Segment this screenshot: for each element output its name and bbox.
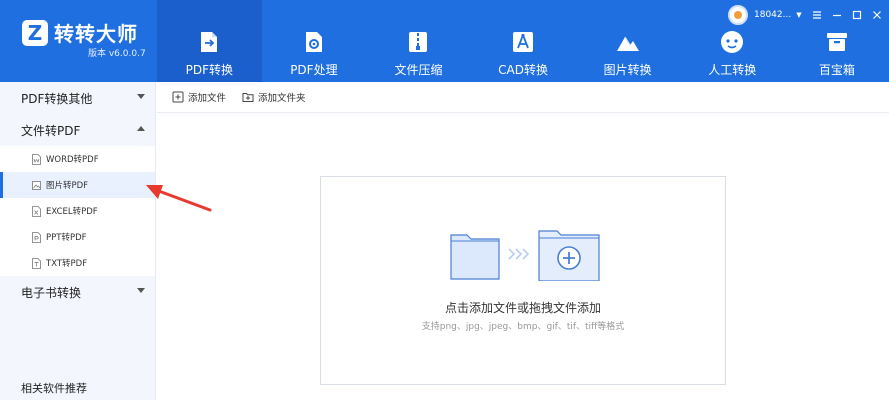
window-controls [806,6,886,24]
maximize-button[interactable] [848,6,866,24]
menu-button[interactable] [808,6,826,24]
avatar [728,5,748,25]
sidebar-group-pdf-other[interactable]: PDF转换其他 [0,82,155,114]
image-convert-icon [615,29,641,55]
tab-label: 文件压缩 [394,63,443,77]
sidebar-item-label: WORD转PDF [46,155,99,165]
maximize-icon [852,10,862,20]
sidebar-item-label: EXCEL转PDF [46,207,98,217]
tab-label: PDF处理 [290,63,338,77]
app-version: 版本 v6.0.0.7 [88,49,146,59]
chevrons-right-icon [508,248,530,260]
manual-convert-icon [719,29,745,55]
tab-image-convert[interactable]: 图片转换 [575,0,680,82]
pdf-process-icon [301,29,327,55]
file-compress-icon [405,29,431,55]
add-file-button[interactable]: 添加文件 [172,90,226,104]
user-name: 18042... [754,10,792,20]
drop-illustration [449,229,601,281]
close-button[interactable] [868,6,886,24]
pdf-convert-icon [196,29,222,55]
drop-zone-title: 点击添加文件或拖拽文件添加 [444,301,601,315]
app-title: 转转大师 [54,22,138,46]
tab-label: PDF转换 [185,63,233,77]
sidebar-item-label: PPT转PDF [46,233,87,243]
word-file-icon [32,153,41,165]
app-logo: Z 转转大师 版本 v6.0.0.7 [20,16,160,66]
add-file-label: 添加文件 [188,93,227,104]
add-folder-icon [538,230,600,281]
minimize-icon [833,14,841,17]
toolbox-icon [824,29,850,55]
sidebar-submenu: WORD转PDF 图片转PDF EXCEL转PDF PPT转PDF TXT转PD… [0,146,155,276]
sidebar-item-txt-to-pdf[interactable]: TXT转PDF [0,250,155,276]
file-drop-zone[interactable]: 点击添加文件或拖拽文件添加 支持png、jpg、jpeg、bmp、gif、tif… [320,176,726,385]
sidebar-group-label: 电子书转换 [21,285,82,300]
cad-convert-icon [510,29,536,55]
tab-pdf-process[interactable]: PDF处理 [262,0,367,82]
related-software-link[interactable]: 相关软件推荐 [21,380,87,396]
user-menu[interactable]: 18042... ▼ [728,5,802,25]
sidebar-item-excel-to-pdf[interactable]: EXCEL转PDF [0,198,155,224]
chevron-up-icon [137,126,145,131]
sidebar: PDF转换其他 文件转PDF WORD转PDF 图片转PDF EXCEL转PDF… [0,82,156,400]
logo-mark-icon: Z [22,20,48,46]
sidebar-group-label: 文件转PDF [21,123,81,138]
sidebar-group-file-to-pdf[interactable]: 文件转PDF [0,114,155,146]
chevron-down-icon [137,288,145,293]
tab-file-compress[interactable]: 文件压缩 [366,0,471,82]
tab-label: CAD转换 [498,63,548,77]
app-header: Z 转转大师 版本 v6.0.0.7 PDF转换 PDF处理 文件压缩 CAD转… [0,0,889,82]
txt-file-icon [32,257,41,269]
add-file-icon [172,91,184,103]
tab-label: 图片转换 [603,63,652,77]
sidebar-item-word-to-pdf[interactable]: WORD转PDF [0,146,155,172]
toolbar: 添加文件 添加文件夹 [157,82,889,113]
minimize-button[interactable] [828,6,846,24]
annotation-arrow-icon [140,180,215,220]
add-folder-button[interactable]: 添加文件夹 [242,90,306,104]
tab-cad-convert[interactable]: CAD转换 [471,0,576,82]
sidebar-item-label: TXT转PDF [46,259,88,269]
tab-label: 百宝箱 [818,63,855,77]
sidebar-item-image-to-pdf[interactable]: 图片转PDF [0,172,155,198]
tab-pdf-convert[interactable]: PDF转换 [157,0,262,82]
hamburger-icon [813,11,821,19]
excel-file-icon [32,205,41,217]
ppt-file-icon [32,231,41,243]
chevron-down-icon: ▼ [796,11,802,19]
chevron-down-icon [137,94,145,99]
drop-zone-formats: 支持png、jpg、jpeg、bmp、gif、tif、tiff等格式 [421,322,625,332]
add-folder-icon [242,93,254,102]
sidebar-group-label: PDF转换其他 [21,91,93,106]
tab-label: 人工转换 [708,63,757,77]
close-icon [873,11,881,19]
sidebar-group-ebook[interactable]: 电子书转换 [0,276,155,308]
folder-icon [450,234,500,280]
sidebar-item-label: 图片转PDF [46,181,89,191]
sidebar-item-ppt-to-pdf[interactable]: PPT转PDF [0,224,155,250]
image-file-icon [32,180,41,191]
add-folder-label: 添加文件夹 [258,93,306,104]
